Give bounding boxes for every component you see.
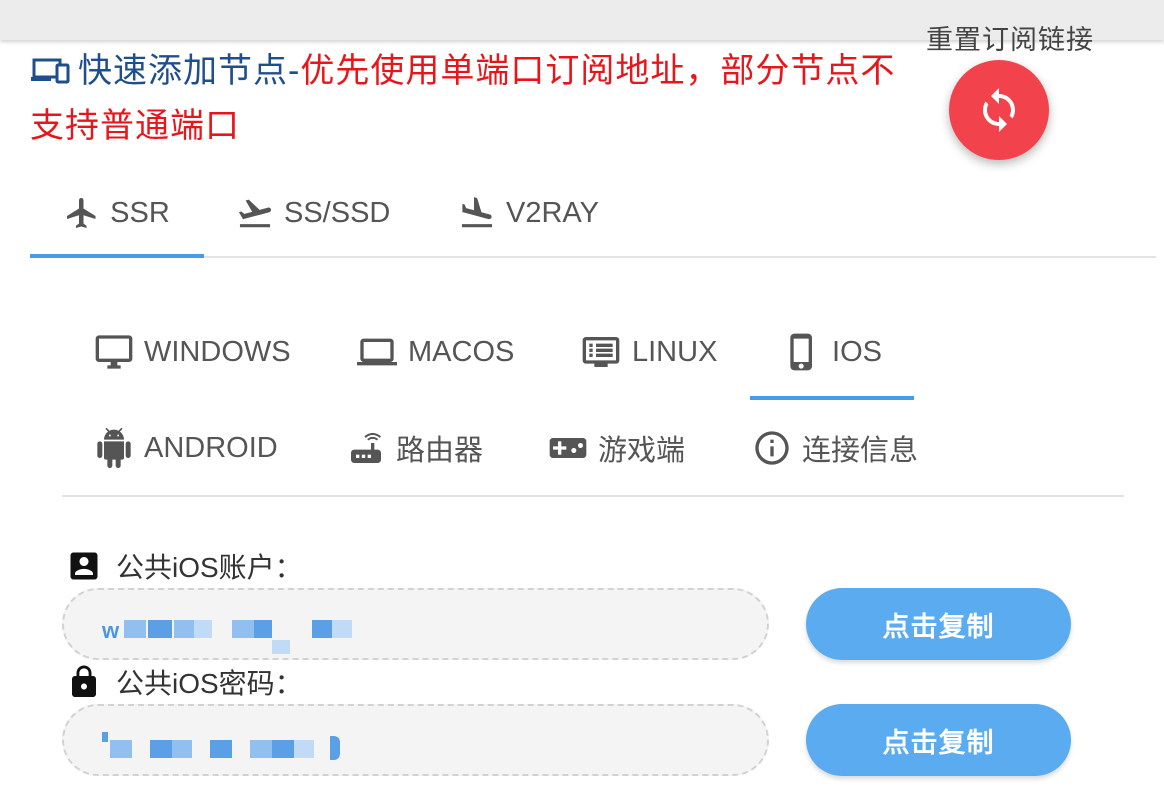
redacted-block xyxy=(102,732,108,742)
refresh-icon xyxy=(983,88,1015,132)
redacted-block xyxy=(150,740,172,758)
terminal-list-icon xyxy=(582,337,620,367)
android-icon xyxy=(97,428,131,468)
info-icon xyxy=(755,431,789,465)
redacted-block xyxy=(148,620,172,638)
protocol-tabs: SSR SS/SSD V2RAY xyxy=(30,170,1156,258)
flight-land-icon xyxy=(461,197,493,228)
account-box-icon xyxy=(70,552,98,580)
lock-icon xyxy=(72,665,96,697)
account-label: 公共iOS账户： xyxy=(66,546,303,586)
tab-macos[interactable]: MACOS xyxy=(356,304,514,400)
redacted-block xyxy=(332,620,352,638)
tab-windows[interactable]: WINDOWS xyxy=(94,304,291,400)
redacted-block xyxy=(124,620,146,638)
tab-ios[interactable]: IOS xyxy=(750,304,914,400)
copy-password-button[interactable]: 点击复制 xyxy=(806,704,1071,776)
tab-router-label: 路由器 xyxy=(396,435,484,467)
redacted-block xyxy=(312,620,332,638)
tab-linux[interactable]: LINUX xyxy=(580,304,717,400)
account-value-visible: w xyxy=(102,618,120,643)
tab-connection-info-label: 连接信息 xyxy=(802,435,919,467)
tab-macos-label: MACOS xyxy=(408,335,515,368)
copy-account-button[interactable]: 点击复制 xyxy=(806,588,1071,660)
tab-windows-label: WINDOWS xyxy=(144,335,291,368)
tab-ssr-label: SSR xyxy=(110,196,170,229)
account-field[interactable]: w xyxy=(62,588,769,660)
title-blue-text: 快速添加节点- xyxy=(78,52,301,90)
redacted-block xyxy=(172,740,192,758)
redacted-block xyxy=(194,620,212,638)
tab-ss-ssd[interactable]: SS/SSD xyxy=(236,170,390,256)
gamepad-icon xyxy=(549,438,587,458)
password-label: 公共iOS密码： xyxy=(66,662,303,702)
tab-android[interactable]: ANDROID xyxy=(94,400,278,496)
account-label-text: 公共iOS账户： xyxy=(116,552,303,583)
reset-subscription: 重置订阅链接 xyxy=(915,18,1105,160)
tab-linux-label: LINUX xyxy=(632,335,718,368)
tab-v2ray-label: V2RAY xyxy=(506,196,599,229)
redacted-block xyxy=(330,736,340,760)
desktop-icon xyxy=(95,335,133,369)
redacted-block xyxy=(272,640,290,654)
redacted-block xyxy=(250,740,272,758)
redacted-block xyxy=(210,740,232,758)
reset-subscription-label: 重置订阅链接 xyxy=(926,25,1094,55)
phone-icon xyxy=(790,333,813,371)
tab-v2ray[interactable]: V2RAY xyxy=(458,170,599,256)
redacted-block xyxy=(232,620,254,638)
tab-router[interactable]: 路由器 xyxy=(346,400,483,496)
reset-subscription-button[interactable] xyxy=(949,60,1049,160)
password-label-text: 公共iOS密码： xyxy=(116,668,303,699)
platform-tabs: WINDOWS MACOS LINUX IOS ANDROID 路由器 游戏端 … xyxy=(62,300,1124,497)
redacted-block xyxy=(272,740,294,758)
devices-icon xyxy=(30,47,70,84)
tab-gaming-label: 游戏端 xyxy=(598,435,686,467)
redacted-block xyxy=(174,620,194,638)
tab-gaming[interactable]: 游戏端 xyxy=(548,400,685,496)
flight-takeoff-icon xyxy=(238,199,272,228)
page-title: 快速添加节点-优先使用单端口订阅地址，部分节点不支持普通端口 xyxy=(30,44,910,154)
redacted-block xyxy=(294,740,314,758)
tab-ios-label: IOS xyxy=(832,335,882,368)
tab-ssr[interactable]: SSR xyxy=(30,170,204,258)
redacted-block xyxy=(110,740,132,758)
laptop-icon xyxy=(357,338,397,366)
tab-ss-ssd-label: SS/SSD xyxy=(284,196,391,229)
tab-android-label: ANDROID xyxy=(144,431,278,464)
airplane-icon xyxy=(67,198,96,228)
router-icon xyxy=(351,433,381,463)
tab-connection-info[interactable]: 连接信息 xyxy=(752,400,918,496)
page-header: 快速添加节点-优先使用单端口订阅地址，部分节点不支持普通端口 xyxy=(30,44,910,154)
password-field[interactable] xyxy=(62,704,769,776)
redacted-block xyxy=(254,620,272,638)
